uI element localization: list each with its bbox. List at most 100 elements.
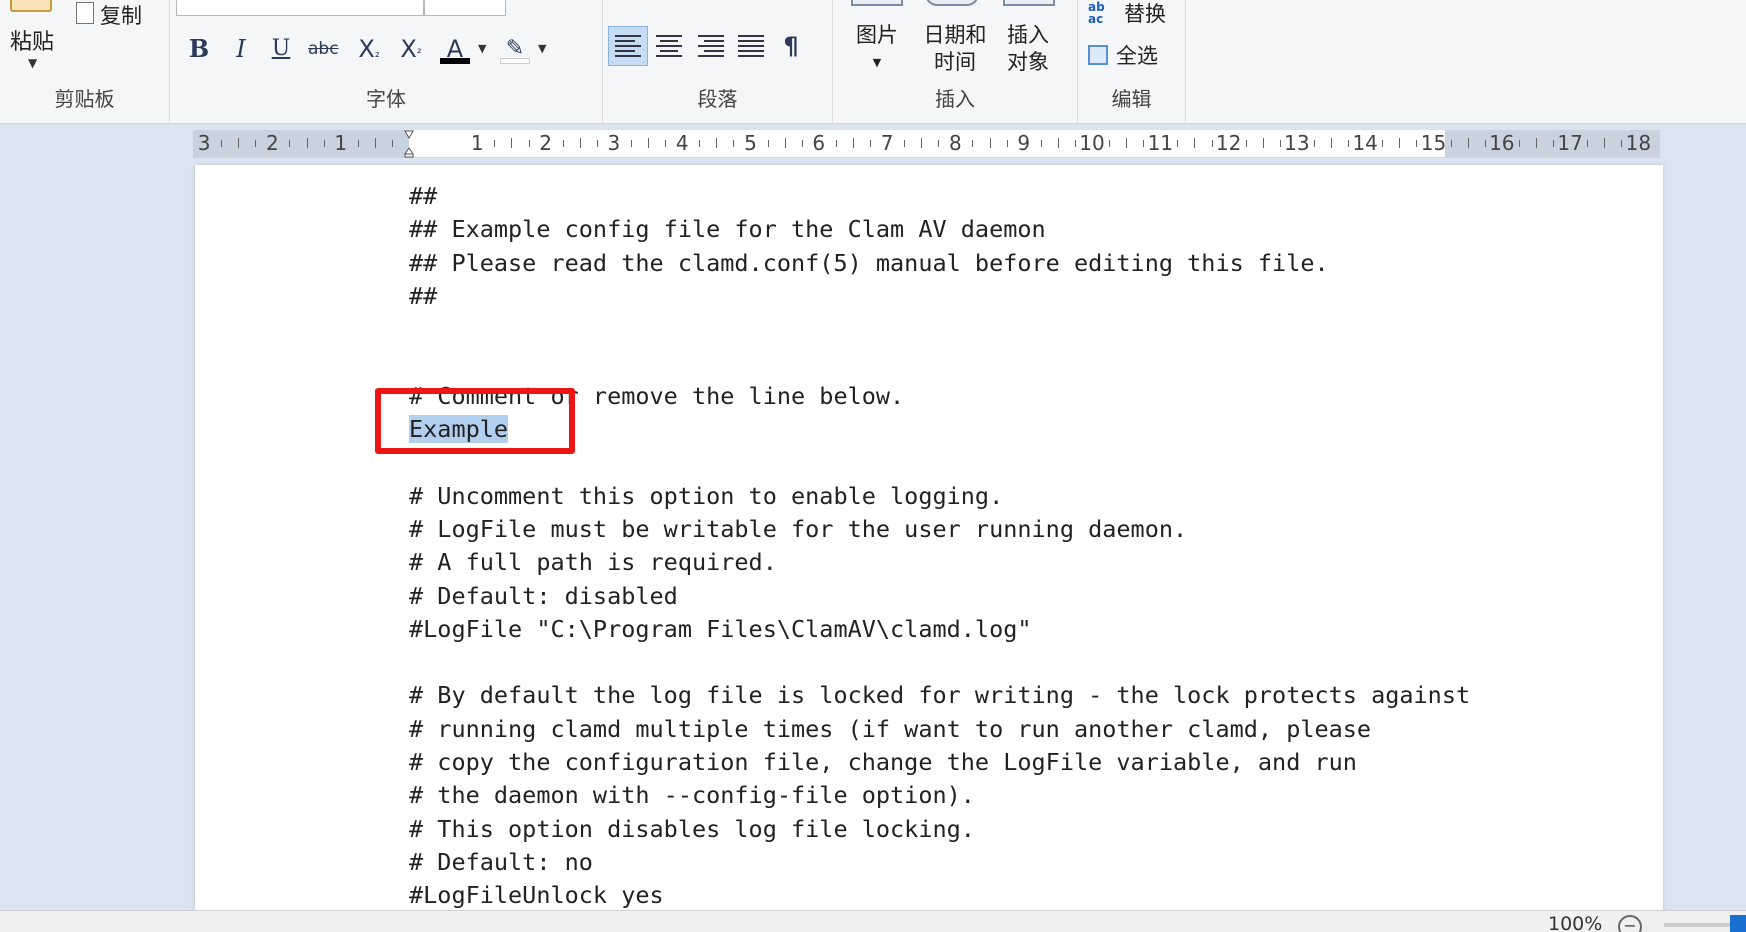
zoom-level: 100%	[1548, 913, 1603, 932]
italic-button[interactable]: I	[226, 32, 256, 66]
paste-icon[interactable]	[10, 0, 52, 12]
document-line[interactable]: # the daemon with --config-file option).	[409, 779, 1470, 812]
document-line[interactable]: # copy the configuration file, change th…	[409, 746, 1470, 779]
ruler-tick	[494, 140, 496, 147]
ruler-tick	[699, 140, 701, 147]
underline-button[interactable]: U	[266, 32, 296, 66]
align-left-button[interactable]	[608, 26, 648, 66]
document-line[interactable]: ##	[409, 280, 1470, 313]
document-line[interactable]: #LogFile "C:\Program Files\ClamAV\clamd.…	[409, 613, 1470, 646]
ruler-tick	[323, 140, 325, 147]
ruler-tick	[255, 140, 257, 147]
font-color-dropdown-icon[interactable]: ▼	[478, 42, 486, 55]
strikethrough-button[interactable]: abc	[308, 32, 339, 66]
ruler-tick	[648, 138, 650, 148]
zoom-slider[interactable]	[1664, 923, 1732, 927]
paste-button[interactable]: 粘贴	[10, 24, 54, 56]
ruler-tick	[1143, 140, 1145, 147]
ruler-tick	[665, 140, 667, 147]
zoom-out-button[interactable]: −	[1618, 915, 1642, 932]
font-color-button[interactable]: A	[440, 32, 470, 66]
picture-icon	[851, 0, 903, 6]
font-group: B I U abc X₂ X² A ▼ ✎ ▼ 字体	[170, 0, 603, 124]
status-bar: 100% −	[0, 910, 1746, 932]
highlight-dropdown-icon[interactable]: ▼	[538, 42, 546, 55]
insert-object-button[interactable]: 插入 对象	[999, 22, 1057, 76]
ruler-tick	[306, 138, 308, 148]
ruler-tick	[1177, 140, 1179, 147]
indent-marker-icon[interactable]	[404, 130, 414, 158]
ruler-tick	[989, 138, 991, 148]
insert-datetime-button[interactable]: 日期和 时间	[919, 22, 991, 76]
align-right-button[interactable]	[691, 26, 731, 66]
ruler-tick	[1040, 140, 1042, 147]
document-line[interactable]: # LogFile must be writable for the user …	[409, 513, 1470, 546]
ruler-tick	[1416, 140, 1418, 147]
document-line[interactable]: # Default: no	[409, 846, 1470, 879]
highlight-button[interactable]: ✎	[500, 32, 530, 66]
document-line[interactable]: # Default: disabled	[409, 580, 1470, 613]
replace-button[interactable]: ab ac 替换	[1088, 0, 1166, 28]
document-line[interactable]: # By default the log file is locked for …	[409, 679, 1470, 712]
ruler-tick	[1211, 140, 1213, 147]
insert-group: 图片 ▼ 日期和 时间 插入 对象 插入	[833, 0, 1078, 124]
ruler-tick	[1382, 140, 1384, 147]
document-line[interactable]: # running clamd multiple times (if want …	[409, 713, 1470, 746]
document-text[interactable]: ## ## Example config file for the Clam AV…	[409, 180, 1470, 913]
ruler-tick	[579, 138, 581, 148]
ruler-number: 4	[675, 131, 689, 155]
superscript-button[interactable]: X²	[396, 32, 426, 66]
picture-dropdown-icon: ▼	[872, 56, 882, 69]
ruler-tick	[1331, 138, 1333, 148]
font-name-combo[interactable]	[176, 0, 424, 16]
document-line[interactable]	[409, 346, 1470, 379]
ruler-number: 6	[812, 131, 826, 155]
document-line[interactable]	[409, 646, 1470, 679]
horizontal-ruler[interactable]: 3 2 1 1 2 3 4 5 6 7 8 9 10 11 12 13 14 15 16 17 18	[193, 130, 1660, 158]
document-page[interactable]: ## ## Example config file for the Clam AV…	[195, 165, 1663, 932]
document-line[interactable]: ##	[409, 180, 1470, 213]
ruler-number: 3	[197, 131, 211, 155]
document-line[interactable]: # Uncomment this option to enable loggin…	[409, 480, 1470, 513]
document-line[interactable]: # This option disables log file locking.	[409, 813, 1470, 846]
ruler-number: 5	[744, 131, 757, 155]
document-line[interactable]: # A full path is required.	[409, 546, 1470, 579]
ruler-tick	[562, 140, 564, 147]
document-line[interactable]: ## Please read the clamd.conf(5) manual …	[409, 247, 1470, 280]
ruler-number: 2	[539, 131, 552, 155]
ruler-tick	[1348, 140, 1350, 147]
ruler-tick	[1006, 140, 1008, 147]
document-line[interactable]: #LogFileUnlock yes	[409, 879, 1470, 912]
document-line[interactable]: ## Example config file for the Clam AV d…	[409, 213, 1470, 246]
align-center-button[interactable]	[649, 26, 689, 66]
ruler-tick	[1621, 140, 1623, 147]
ruler-tick	[1245, 140, 1247, 147]
select-all-icon	[1088, 45, 1108, 65]
copy-button[interactable]: 复制	[76, 0, 142, 30]
paragraph-marks-button[interactable]: ¶	[771, 26, 811, 66]
document-line[interactable]	[409, 313, 1470, 346]
justify-button[interactable]	[731, 26, 771, 66]
subscript-button[interactable]: X₂	[354, 32, 384, 66]
paste-dropdown-icon[interactable]: ▼	[28, 56, 37, 70]
ruler-number: 7	[880, 131, 894, 155]
ruler-tick	[596, 140, 598, 147]
select-all-button[interactable]: 全选	[1088, 40, 1158, 70]
ruler-tick	[870, 140, 872, 147]
object-icon	[1003, 0, 1055, 6]
ruler-tick	[921, 138, 923, 148]
bold-button[interactable]: B	[184, 32, 214, 66]
insert-picture-button[interactable]: 图片 ▼	[851, 22, 903, 76]
subscript-icon: X	[358, 35, 375, 63]
ruler-tick	[374, 138, 376, 148]
ruler-tick	[1450, 140, 1452, 147]
ribbon: 粘贴 ▼ 复制 剪贴板 B I U abc X₂ X² A ▼ ✎ ▼ 字体 ¶…	[0, 0, 1746, 124]
ruler-tick	[784, 138, 786, 148]
zoom-slider-thumb[interactable]	[1730, 915, 1746, 932]
ruler-number: 1	[334, 131, 348, 155]
ruler-tick	[1587, 140, 1589, 147]
ruler-number: 15	[1420, 131, 1447, 155]
annotation-box	[375, 388, 575, 454]
font-size-combo[interactable]	[424, 0, 506, 16]
ruler-tick	[1399, 138, 1401, 148]
